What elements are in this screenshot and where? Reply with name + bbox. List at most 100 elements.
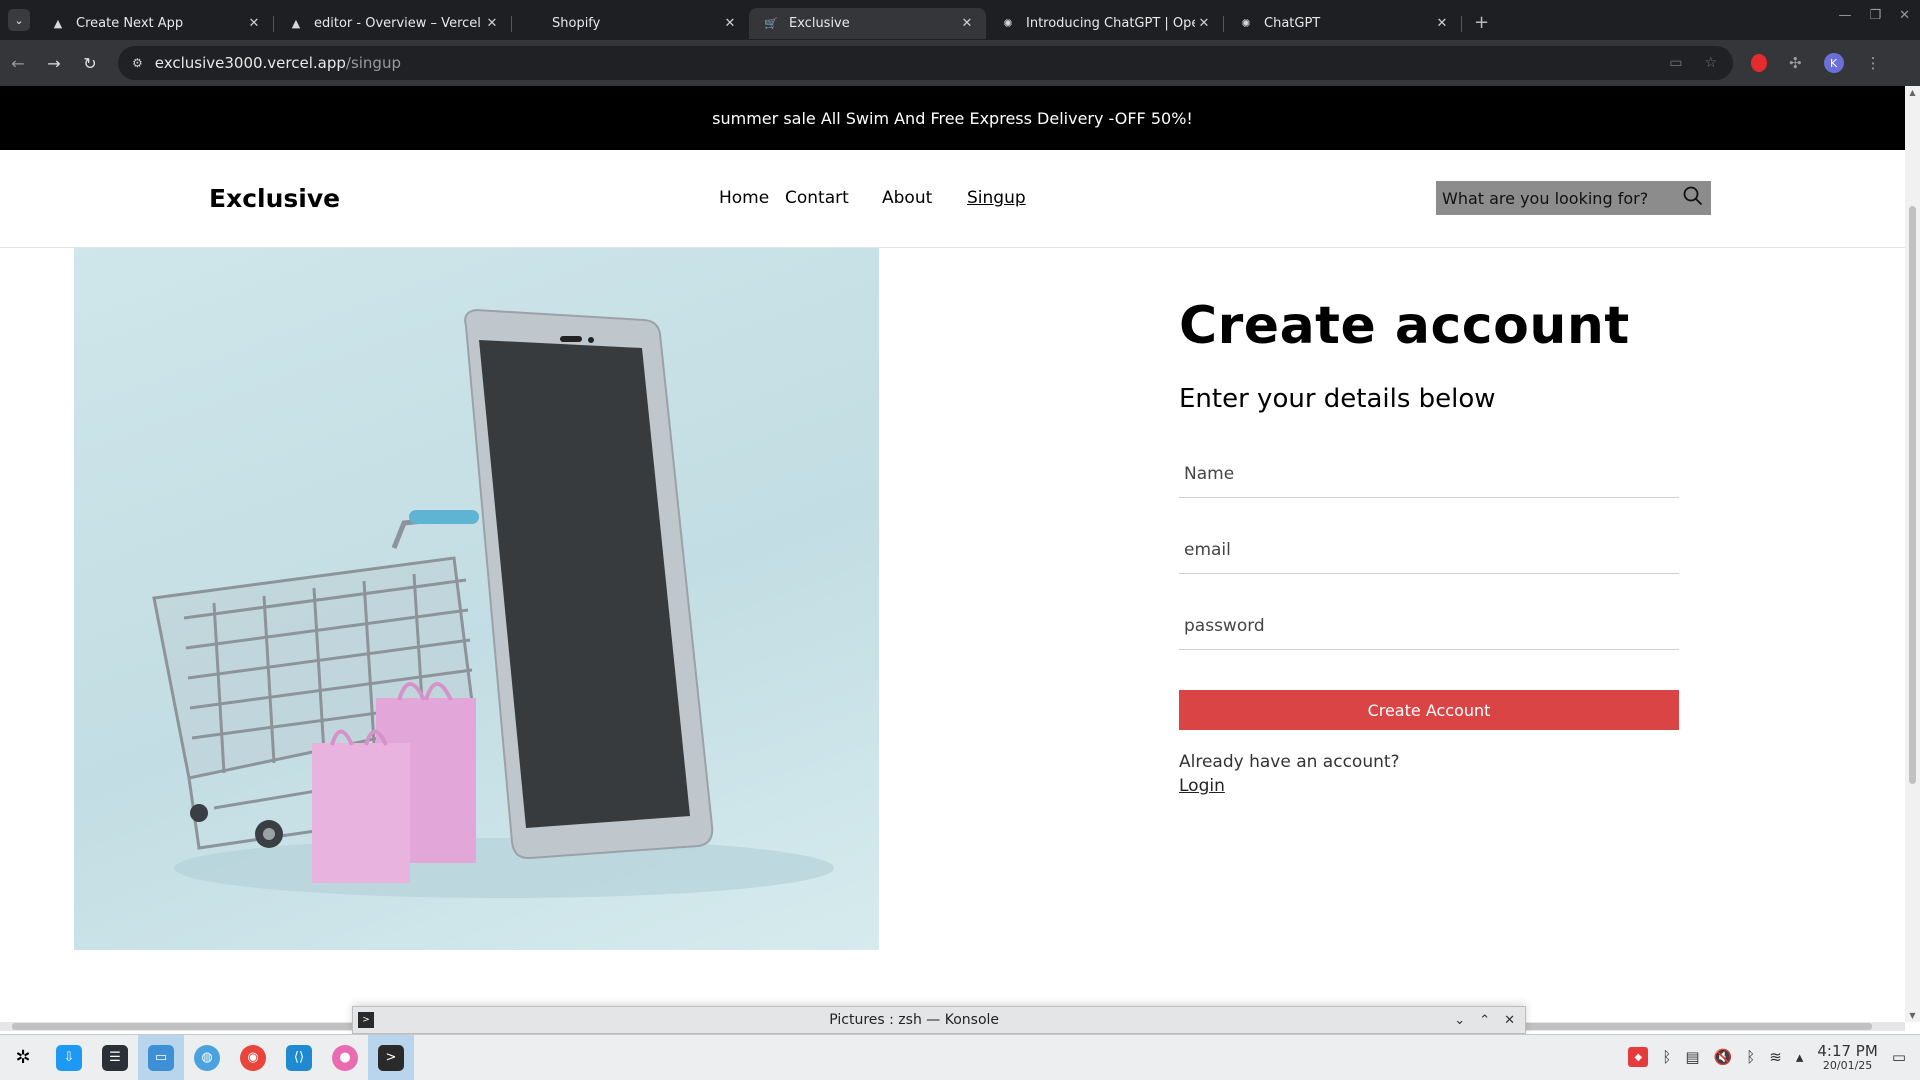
vertical-scrollbar[interactable]: ▲ ▼ [1905, 86, 1920, 1022]
extensions-puzzle-icon[interactable]: ✣ [1789, 54, 1802, 72]
konsole-taskbar-icon[interactable]: > [368, 1034, 414, 1080]
site-logo[interactable]: Exclusive [209, 184, 340, 213]
web-page: summer sale All Swim And Free Express De… [0, 86, 1905, 1022]
profile-avatar[interactable]: K [1823, 53, 1844, 73]
tab-title: Create Next App [76, 16, 184, 31]
browser-tab-strip: ⌄ ▲ Create Next App ✕ ▲ editor - Overvie… [0, 0, 1920, 40]
tab-title: Introducing ChatGPT | Ope [1026, 16, 1195, 31]
clock[interactable]: 4:17 PM 20/01/25 [1817, 1041, 1878, 1072]
extension-red-icon[interactable] [1751, 54, 1767, 72]
scrollbar-thumb[interactable] [1909, 206, 1916, 784]
show-desktop-icon[interactable]: ▭ [1892, 1048, 1906, 1066]
promo-banner: summer sale All Swim And Free Express De… [0, 86, 1905, 150]
browser-toolbar: ← → ↻ ⚙ exclusive3000.vercel.app/singup … [0, 40, 1920, 86]
tab-title: Shopify [552, 16, 601, 31]
app-launcher-icon[interactable]: ✲ [0, 1035, 46, 1080]
url-path: /singup [345, 54, 401, 72]
close-icon[interactable]: ✕ [958, 16, 976, 31]
tab-introducing-chatgpt[interactable]: ✺ Introducing ChatGPT | Ope ✕ [986, 8, 1223, 39]
url-host: exclusive3000.vercel.app [154, 54, 346, 72]
back-arrow-icon[interactable]: ← [0, 54, 36, 73]
bookmark-star-icon[interactable]: ☆ [1704, 55, 1717, 71]
clock-time: 4:17 PM [1817, 1041, 1878, 1060]
address-bar[interactable]: ⚙ exclusive3000.vercel.app/singup ▭ ☆ [118, 46, 1733, 80]
search-input[interactable]: What are you looking for? [1436, 181, 1711, 215]
tab-vercel-overview[interactable]: ▲ editor - Overview – Vercel ✕ [274, 8, 511, 39]
scroll-up-icon[interactable]: ▲ [1905, 88, 1920, 97]
form-subtitle: Enter your details below [1179, 384, 1496, 414]
email-field[interactable]: email [1179, 526, 1679, 574]
toolbar-right: ✣ K ⋮ [1751, 53, 1881, 73]
system-tray: ◆ ᛒ ▤ 🔇 ᛒ ≋ ▴ 4:17 PM 20/01/25 ▭ [1628, 1041, 1906, 1072]
tab-title: editor - Overview – Vercel [314, 16, 481, 31]
tab-exclusive[interactable]: 🛒 Exclusive ✕ [749, 8, 986, 39]
cart-icon: 🛒 [764, 17, 778, 30]
chevron-up-icon[interactable]: ⌃ [1479, 1013, 1490, 1028]
close-window-icon[interactable]: ✕ [1899, 8, 1910, 23]
vercel-triangle-icon: ▲ [53, 17, 63, 30]
create-account-button[interactable]: Create Account [1179, 690, 1679, 730]
email-placeholder: email [1184, 539, 1231, 560]
chevron-down-icon[interactable]: ⌄ [1454, 1013, 1465, 1028]
tab-chatgpt[interactable]: ✺ ChatGPT ✕ [1224, 8, 1461, 39]
clock-date: 20/01/25 [1822, 1058, 1873, 1072]
site-header: Exclusive Home Contart About Singup What… [0, 150, 1905, 248]
konsole-controls: ⌄ ⌃ ✕ [1454, 1013, 1515, 1028]
signup-form: Create account Enter your details below … [1179, 248, 1679, 796]
already-have-account-text: Already have an account? [1179, 752, 1400, 772]
vercel-triangle-icon: ▲ [291, 17, 301, 30]
chat-app-icon[interactable]: ● [322, 1035, 368, 1080]
discover-store-icon[interactable]: ⇩ [46, 1035, 92, 1080]
form-title: Create account [1179, 296, 1630, 356]
forward-arrow-icon[interactable]: → [36, 54, 72, 73]
close-icon[interactable]: ✕ [245, 16, 263, 31]
bluetooth-app-icon[interactable]: ᛒ [1662, 1048, 1671, 1066]
volume-muted-icon[interactable]: 🔇 [1714, 1048, 1733, 1066]
nav-contact[interactable]: Contart [785, 188, 849, 208]
bluetooth-icon[interactable]: ᛒ [1746, 1048, 1755, 1066]
window-controls: — ❐ ✕ [1838, 8, 1910, 23]
cast-icon[interactable]: ▭ [1669, 55, 1682, 71]
terminal-icon: > [358, 1012, 374, 1028]
tab-title: ChatGPT [1264, 16, 1321, 31]
hero-image [74, 248, 879, 950]
smartphone-illustration [464, 308, 714, 860]
new-tab-button[interactable]: + [1474, 12, 1489, 33]
tray-expand-icon[interactable]: ▴ [1796, 1048, 1804, 1066]
site-settings-icon[interactable]: ⚙ [132, 56, 143, 70]
chrome-icon[interactable]: ◉ [230, 1035, 276, 1080]
system-settings-icon[interactable]: ☰ [92, 1035, 138, 1080]
openai-icon: ✺ [1003, 17, 1013, 30]
name-field[interactable]: Name [1179, 450, 1679, 498]
close-icon[interactable]: ✕ [1195, 16, 1213, 31]
nav-home[interactable]: Home [719, 188, 769, 208]
scroll-down-icon[interactable]: ▼ [1905, 1011, 1920, 1020]
close-icon[interactable]: ✕ [721, 16, 739, 31]
clipboard-icon[interactable]: ▤ [1685, 1048, 1699, 1066]
password-field[interactable]: password [1179, 602, 1679, 650]
maximize-icon[interactable]: ❐ [1869, 8, 1881, 23]
anydesk-icon[interactable]: ◆ [1628, 1047, 1649, 1068]
tab-search-button[interactable]: ⌄ [8, 9, 30, 31]
close-icon[interactable]: ✕ [1433, 16, 1451, 31]
nav-signup[interactable]: Singup [967, 188, 1026, 208]
login-link[interactable]: Login [1179, 776, 1225, 796]
close-icon[interactable]: ✕ [1504, 1013, 1515, 1028]
file-manager-icon[interactable]: ▭ [138, 1034, 184, 1080]
omnibox-actions: ▭ ☆ [1669, 55, 1717, 71]
close-icon[interactable]: ✕ [483, 16, 501, 31]
tab-title: Exclusive [789, 16, 850, 31]
tab-shopify[interactable]: Shopify ✕ [512, 8, 749, 39]
tab-create-next-app[interactable]: ▲ Create Next App ✕ [36, 8, 273, 39]
globe-browser-icon[interactable]: ◍ [184, 1035, 230, 1080]
konsole-window-titlebar[interactable]: > Pictures : zsh — Konsole ⌄ ⌃ ✕ [352, 1006, 1526, 1034]
vscode-icon[interactable]: ⟨⟩ [276, 1035, 322, 1080]
menu-kebab-icon[interactable]: ⋮ [1866, 54, 1881, 72]
nav-about[interactable]: About [882, 188, 932, 208]
wifi-icon[interactable]: ≋ [1769, 1048, 1782, 1066]
password-placeholder: password [1184, 615, 1265, 636]
search-placeholder: What are you looking for? [1442, 188, 1649, 208]
search-icon[interactable] [1683, 186, 1703, 210]
reload-icon[interactable]: ↻ [72, 54, 108, 73]
minimize-icon[interactable]: — [1838, 8, 1851, 23]
